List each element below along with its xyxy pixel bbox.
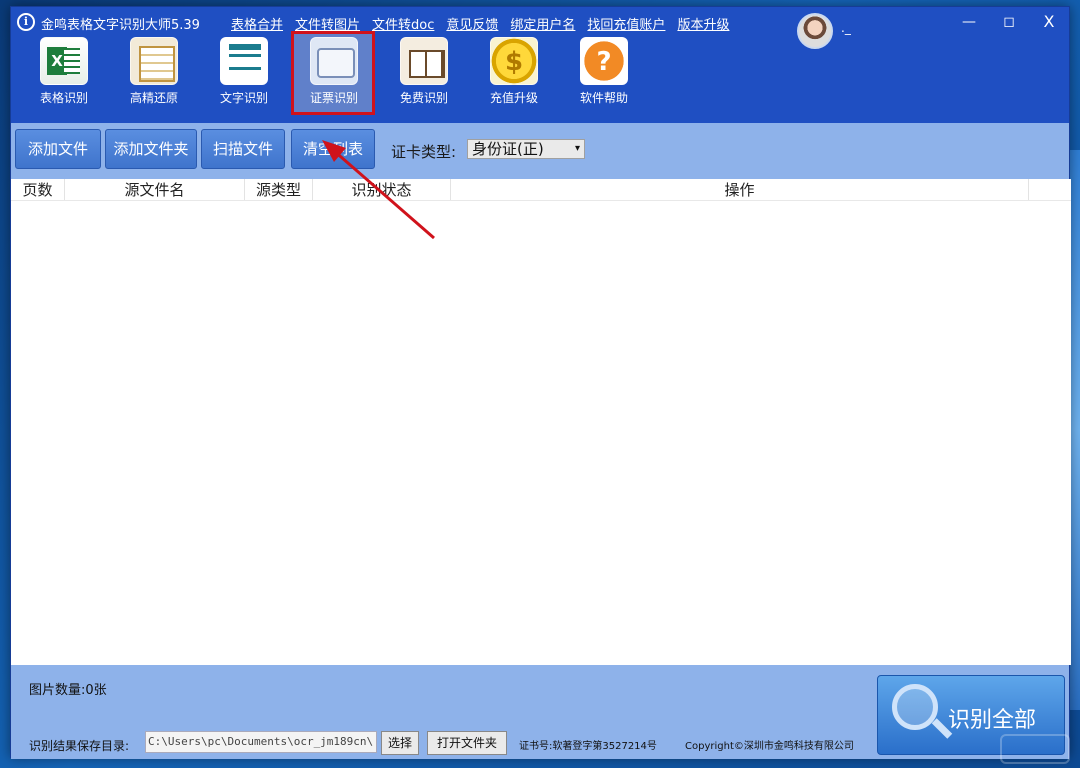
tool-id-recognition[interactable]: 证票识别 [289, 31, 379, 115]
menu-recover-account[interactable]: 找回充值账户 [587, 14, 665, 33]
tool-label: 表格识别 [39, 91, 88, 105]
title-bar: i 金鸣表格文字识别大师5.39 表格合并 文件转图片 文件转doc 意见反馈 … [11, 7, 1069, 49]
image-count: 图片数量:0张 [29, 683, 107, 698]
avatar[interactable] [797, 13, 833, 49]
tool-table-recognition[interactable]: 表格识别 [19, 35, 109, 111]
clear-list-button[interactable]: 清空列表 [291, 129, 375, 169]
tool-free-recognition[interactable]: 免费识别 [379, 35, 469, 111]
save-path-field[interactable]: C:\Users\pc\Documents\ocr_jm189cn\ [145, 731, 377, 753]
chevron-down-icon: ▾ [574, 143, 580, 154]
menu-file-to-doc[interactable]: 文件转doc [372, 14, 434, 33]
tool-label: 证票识别 [309, 91, 358, 105]
excel-icon [40, 37, 88, 85]
column-header-spacer [1029, 179, 1071, 200]
menu-table-merge[interactable]: 表格合并 [231, 14, 283, 33]
close-button[interactable]: X [1029, 7, 1069, 37]
tool-label: 软件帮助 [579, 91, 628, 105]
maximize-button[interactable]: ◻ [989, 7, 1029, 37]
main-toolbar: 表格识别 高精还原 文字识别 证票识别 免费识别 $ 充值升级 ? 软件帮助 [19, 31, 649, 115]
scan-file-button[interactable]: 扫描文件 [201, 129, 285, 169]
text-document-icon [220, 37, 268, 85]
save-dir-label: 识别结果保存目录: [29, 739, 130, 753]
add-folder-button[interactable]: 添加文件夹 [105, 129, 197, 169]
bottom-panel: 图片数量:0张 识别结果保存目录: C:\Users\pc\Documents\… [11, 665, 1069, 759]
tool-label: 免费识别 [399, 91, 448, 105]
magnifier-icon [892, 684, 938, 730]
app-logo-icon: i [17, 13, 35, 31]
app-window: i 金鸣表格文字识别大师5.39 表格合并 文件转图片 文件转doc 意见反馈 … [10, 6, 1071, 759]
help-icon: ? [580, 37, 628, 85]
add-file-button[interactable]: 添加文件 [15, 129, 101, 169]
dollar-coin-icon: $ [490, 37, 538, 85]
column-header-status[interactable]: 识别状态 [313, 179, 451, 200]
tool-recharge[interactable]: $ 充值升级 [469, 35, 559, 111]
tool-hd-restore[interactable]: 高精还原 [109, 35, 199, 111]
file-table: 页数 源文件名 源类型 识别状态 操作 [11, 179, 1071, 665]
tool-label: 高精还原 [129, 91, 178, 105]
copyright: Copyright©深圳市金鸣科技有限公司 [685, 741, 854, 752]
menu-upgrade[interactable]: 版本升级 [677, 14, 729, 33]
cert-number: 证书号:软著登字第3527214号 [519, 741, 657, 752]
tool-label: 文字识别 [219, 91, 268, 105]
column-header-type[interactable]: 源类型 [245, 179, 313, 200]
menu-bind-username[interactable]: 绑定用户名 [510, 14, 575, 33]
menu-feedback[interactable]: 意见反馈 [446, 14, 498, 33]
choose-dir-button[interactable]: 选择 [381, 731, 419, 755]
document-layout-icon [130, 37, 178, 85]
column-header-filename[interactable]: 源文件名 [65, 179, 245, 200]
book-icon [400, 37, 448, 85]
card-type-select[interactable]: 身份证(正) ▾ [467, 139, 585, 159]
watermark-logo [1000, 734, 1070, 764]
tool-help[interactable]: ? 软件帮助 [559, 35, 649, 111]
column-header-operation[interactable]: 操作 [451, 179, 1029, 200]
column-header-page[interactable]: 页数 [11, 179, 65, 200]
action-bar: 添加文件 添加文件夹 扫描文件 清空列表 证卡类型: 身份证(正) ▾ [11, 123, 1069, 179]
card-type-label: 证卡类型: [391, 143, 457, 161]
tool-label: 充值升级 [489, 91, 538, 105]
card-type-value: 身份证(正) [472, 140, 544, 158]
app-title: 金鸣表格文字识别大师5.39 [41, 18, 200, 33]
minimize-button[interactable]: — [949, 7, 989, 37]
window-controls: — ◻ X [949, 7, 1069, 37]
id-card-icon [310, 37, 358, 85]
tool-text-recognition[interactable]: 文字识别 [199, 35, 289, 111]
recognize-all-label: 识别全部 [948, 708, 1037, 733]
open-folder-button[interactable]: 打开文件夹 [427, 731, 507, 755]
user-name[interactable]: ._ [841, 21, 851, 35]
table-header: 页数 源文件名 源类型 识别状态 操作 [11, 179, 1071, 201]
